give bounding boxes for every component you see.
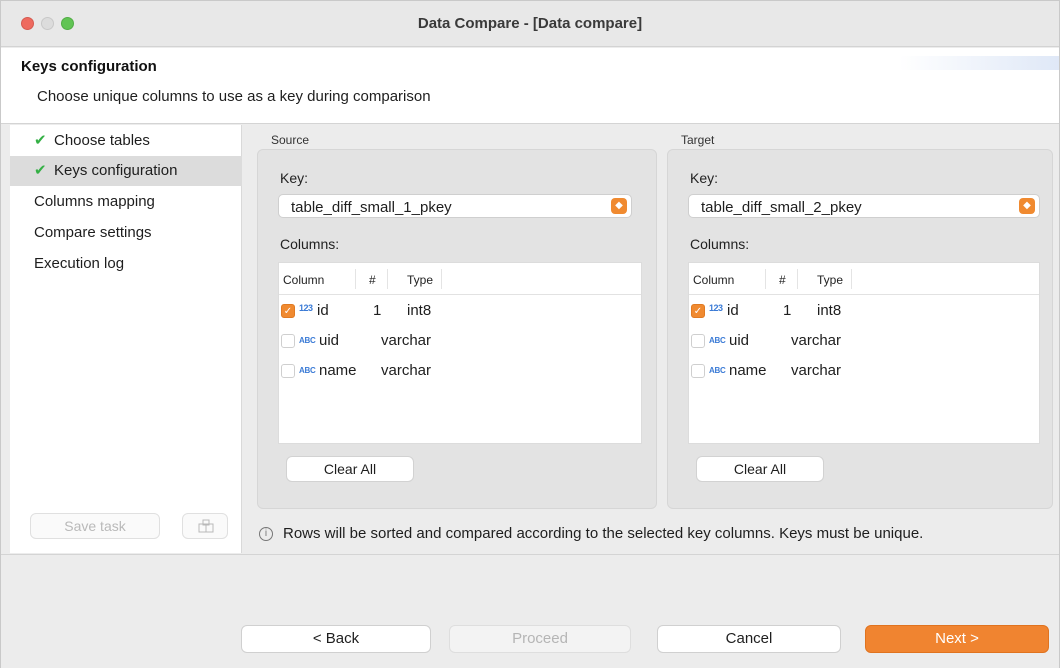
numeric-type-icon: 123 <box>709 303 723 313</box>
sidebar-item-label: Keys configuration <box>54 162 178 179</box>
column-divider <box>441 269 442 289</box>
target-columns-label: Columns: <box>690 236 750 252</box>
sidebar-item-keys-configuration[interactable]: ✔ Keys configuration <box>10 156 242 186</box>
select-arrows-icon: ◆ <box>611 198 627 214</box>
target-panel: Key: table_diff_small_2_pkey ◆ Columns: … <box>667 149 1053 509</box>
save-task-button[interactable]: Save task <box>30 513 160 539</box>
column-type: varchar <box>381 362 432 379</box>
source-panel: Key: table_diff_small_1_pkey ◆ Columns: … <box>257 149 657 509</box>
sidebar-item-columns-mapping[interactable]: Columns mapping <box>10 187 242 217</box>
table-header: Column # Type <box>279 263 641 295</box>
column-type: int8 <box>817 302 842 319</box>
row-checkbox[interactable] <box>691 364 705 378</box>
text-type-icon: ABC <box>709 366 726 375</box>
info-message: Rows will be sorted and compared accordi… <box>283 525 924 542</box>
source-clear-all-button[interactable]: Clear All <box>286 456 414 482</box>
column-header-num[interactable]: # <box>369 273 376 287</box>
table-row[interactable]: ABC name varchar <box>689 357 1039 387</box>
row-checkbox[interactable]: ✓ <box>691 304 705 318</box>
sidebar-item-compare-settings[interactable]: Compare settings <box>10 218 242 248</box>
column-type: varchar <box>381 332 432 349</box>
column-header-type[interactable]: Type <box>407 273 433 287</box>
proceed-button[interactable]: Proceed <box>449 625 631 653</box>
column-header-column[interactable]: Column <box>283 273 324 287</box>
info-icon: i <box>259 527 273 541</box>
numeric-type-icon: 123 <box>299 303 313 313</box>
header-decoration <box>899 56 1059 70</box>
wizard-header: Keys configuration Choose unique columns… <box>1 48 1059 124</box>
column-name: name <box>319 362 357 379</box>
source-columns-label: Columns: <box>280 236 340 252</box>
column-divider <box>355 269 356 289</box>
source-columns-table: Column # Type ✓ 123 id 1 int8 ABC uid va… <box>278 262 642 444</box>
target-columns-table: Column # Type ✓ 123 id 1 int8 ABC uid va… <box>688 262 1040 444</box>
sidebar-item-label: Choose tables <box>54 132 150 149</box>
wizard-steps-sidebar: ✔ Choose tables ✔ Keys configuration Col… <box>10 125 242 553</box>
next-button[interactable]: Next > <box>865 625 1049 653</box>
source-key-label: Key: <box>280 170 309 186</box>
table-header: Column # Type <box>689 263 1039 295</box>
source-section-label: Source <box>271 133 310 147</box>
column-type: varchar <box>791 362 842 379</box>
wizard-content: ✔ Choose tables ✔ Keys configuration Col… <box>1 125 1059 553</box>
target-clear-all-button[interactable]: Clear All <box>696 456 824 482</box>
table-row[interactable]: ABC name varchar <box>279 357 641 387</box>
source-key-value: table_diff_small_1_pkey <box>291 199 452 216</box>
table-row[interactable]: ABC uid varchar <box>689 327 1039 357</box>
row-checkbox[interactable] <box>281 334 295 348</box>
column-divider <box>387 269 388 289</box>
text-type-icon: ABC <box>709 336 726 345</box>
title-bar: Data Compare - [Data compare] <box>1 1 1059 47</box>
data-compare-window: Data Compare - [Data compare] Keys confi… <box>0 0 1060 668</box>
target-key-select[interactable]: table_diff_small_2_pkey ◆ <box>688 194 1040 218</box>
target-section-label: Target <box>681 133 715 147</box>
sidebar-item-label: Compare settings <box>34 224 152 241</box>
column-header-num[interactable]: # <box>779 273 786 287</box>
task-tools-button[interactable] <box>182 513 228 539</box>
text-type-icon: ABC <box>299 336 316 345</box>
column-name: id <box>317 302 329 319</box>
task-folder-icon <box>198 519 214 533</box>
source-key-select[interactable]: table_diff_small_1_pkey ◆ <box>278 194 632 218</box>
back-button[interactable]: < Back <box>241 625 431 653</box>
window-title: Data Compare - [Data compare] <box>417 15 643 32</box>
table-row[interactable]: ✓ 123 id 1 int8 <box>279 297 641 327</box>
column-position: 1 <box>373 302 382 319</box>
column-name: uid <box>729 332 750 349</box>
target-key-value: table_diff_small_2_pkey <box>701 199 862 216</box>
select-arrows-icon: ◆ <box>1019 198 1035 214</box>
sidebar-item-label: Columns mapping <box>34 193 155 210</box>
column-type: int8 <box>407 302 432 319</box>
column-divider <box>797 269 798 289</box>
row-checkbox[interactable] <box>691 334 705 348</box>
page-description: Choose unique columns to use as a key du… <box>37 88 431 105</box>
page-title: Keys configuration <box>21 58 157 75</box>
text-type-icon: ABC <box>299 366 316 375</box>
column-header-type[interactable]: Type <box>817 273 843 287</box>
sidebar-item-choose-tables[interactable]: ✔ Choose tables <box>10 126 242 156</box>
column-type: varchar <box>791 332 842 349</box>
sidebar-item-label: Execution log <box>34 255 125 272</box>
sidebar-item-execution-log[interactable]: Execution log <box>10 249 242 279</box>
table-row[interactable]: ABC uid varchar <box>279 327 641 357</box>
row-checkbox[interactable]: ✓ <box>281 304 295 318</box>
cancel-button[interactable]: Cancel <box>657 625 841 653</box>
column-divider <box>851 269 852 289</box>
target-key-label: Key: <box>690 170 719 186</box>
column-position: 1 <box>783 302 792 319</box>
checkmark-icon: ✔ <box>34 132 47 149</box>
checkmark-icon: ✔ <box>34 162 47 179</box>
column-name: id <box>727 302 739 319</box>
column-name: uid <box>319 332 340 349</box>
wizard-footer: < Back Proceed Cancel Next > <box>1 554 1059 668</box>
row-checkbox[interactable] <box>281 364 295 378</box>
column-divider <box>765 269 766 289</box>
table-row[interactable]: ✓ 123 id 1 int8 <box>689 297 1039 327</box>
column-header-column[interactable]: Column <box>693 273 734 287</box>
column-name: name <box>729 362 767 379</box>
